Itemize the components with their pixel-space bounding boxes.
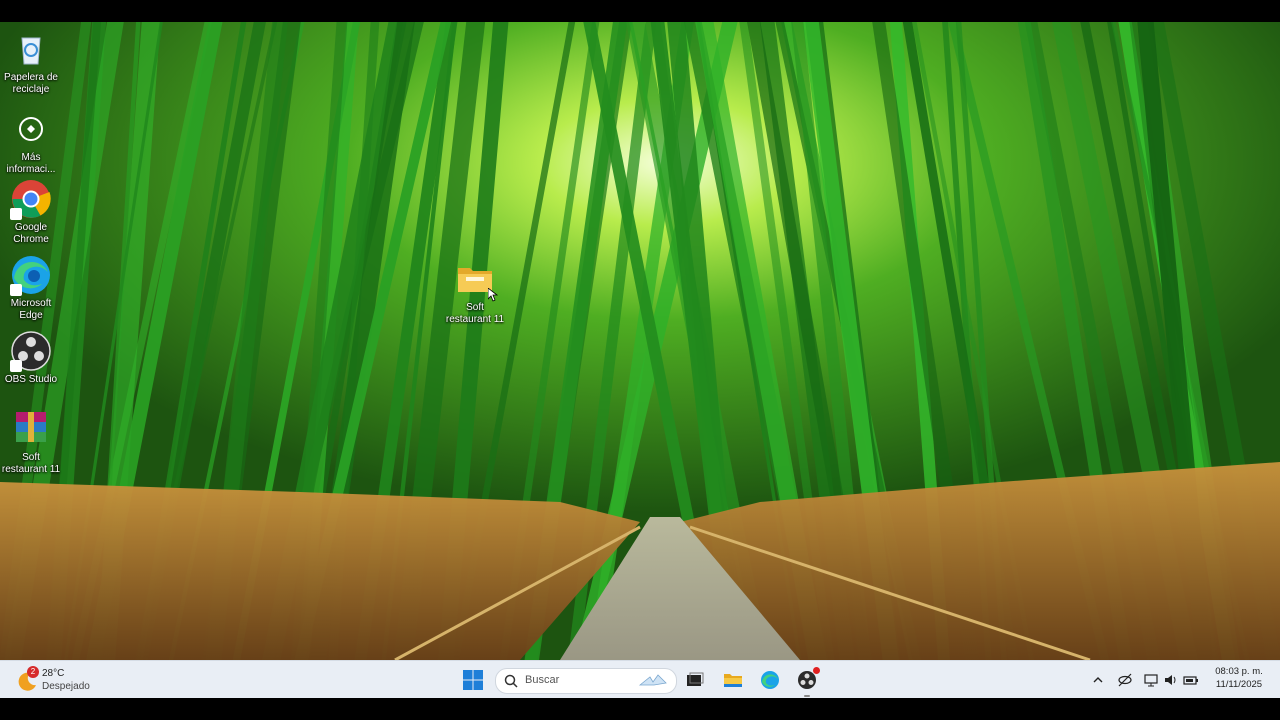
taskbar: 2 28°C Despejado Buscar 08:03 p. m. 11/1… xyxy=(0,660,1280,698)
google-chrome-shortcut[interactable]: Google Chrome xyxy=(0,178,62,246)
clock[interactable]: 08:03 p. m. 11/11/2025 xyxy=(1204,666,1274,690)
google-chrome-icon xyxy=(10,178,52,220)
soft-restaurant-archive[interactable]: Soft restaurant 11 xyxy=(0,408,62,476)
search-placeholder: Buscar xyxy=(525,674,560,686)
more-info-shortcut[interactable]: Más informaci... xyxy=(0,108,62,176)
edge-taskbar-button[interactable] xyxy=(757,667,783,693)
origami-crane-icon xyxy=(638,674,667,686)
more-info-icon xyxy=(10,108,52,150)
obs-taskbar-button[interactable] xyxy=(794,667,820,697)
chevron-up-icon[interactable] xyxy=(1090,672,1106,688)
clock-time: 08:03 p. m. xyxy=(1215,666,1263,677)
google-chrome-label: Google Chrome xyxy=(13,222,49,245)
network-icon[interactable] xyxy=(1143,672,1159,688)
recording-indicator xyxy=(813,667,820,674)
task-view-button[interactable] xyxy=(682,667,708,693)
weather-widget[interactable]: 2 28°C Despejado xyxy=(14,666,114,694)
soft-restaurant-folder-label: Soft restaurant 11 xyxy=(445,302,505,325)
search-icon xyxy=(504,674,518,688)
recycle-bin-label: Papelera de reciclaje xyxy=(4,72,58,95)
eye-off-icon[interactable] xyxy=(1117,672,1133,688)
search-box[interactable]: Buscar xyxy=(495,668,677,694)
weather-badge: 2 xyxy=(27,666,39,678)
microsoft-edge-label: Microsoft Edge xyxy=(10,298,52,321)
recycle-bin-icon xyxy=(10,28,52,70)
weather-temp: 28°C xyxy=(42,668,65,679)
microsoft-edge-shortcut[interactable]: Microsoft Edge xyxy=(0,254,62,322)
volume-icon[interactable] xyxy=(1163,672,1179,688)
battery-icon[interactable] xyxy=(1183,672,1199,688)
file-explorer-icon xyxy=(724,674,742,687)
obs-studio-label: OBS Studio xyxy=(4,374,58,385)
weather-condition: Despejado xyxy=(42,681,90,692)
windows-start-icon xyxy=(463,670,483,690)
running-indicator xyxy=(804,695,810,697)
desktop: Papelera de reciclaje Más informaci... G… xyxy=(0,22,1280,698)
recycle-bin-shortcut[interactable]: Papelera de reciclaje xyxy=(0,28,62,96)
start-button[interactable] xyxy=(460,667,486,693)
clock-date: 11/11/2025 xyxy=(1215,679,1263,690)
microsoft-edge-icon xyxy=(761,671,779,689)
mouse-cursor-icon xyxy=(488,288,498,302)
desktop-wallpaper xyxy=(0,22,1280,660)
file-explorer-button[interactable] xyxy=(720,667,746,693)
obs-studio-icon xyxy=(10,330,52,372)
obs-studio-shortcut[interactable]: OBS Studio xyxy=(0,330,62,386)
microsoft-edge-icon xyxy=(10,254,52,296)
task-view-icon xyxy=(687,672,704,686)
more-info-label: Más informaci... xyxy=(6,152,56,175)
winrar-archive-icon xyxy=(10,408,52,450)
soft-restaurant-archive-label: Soft restaurant 11 xyxy=(1,452,61,475)
